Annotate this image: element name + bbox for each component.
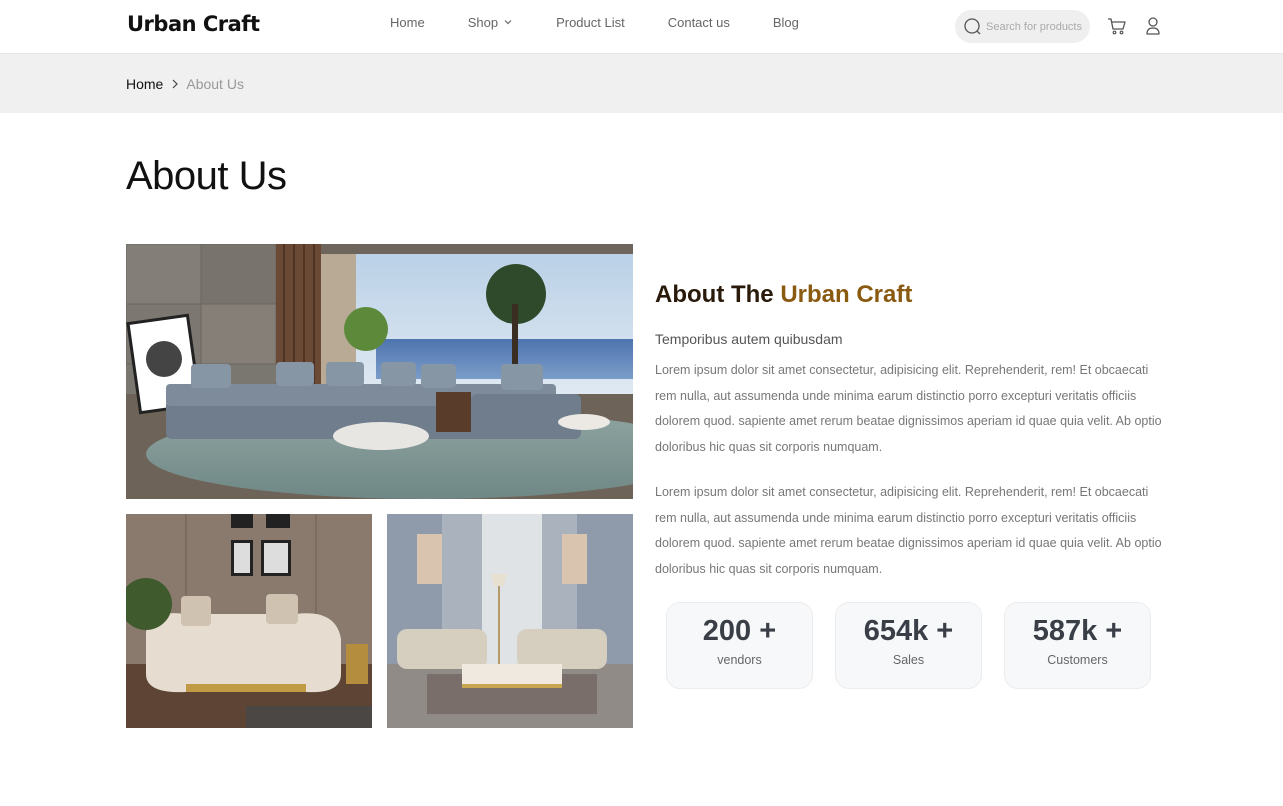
about-paragraph-2: Lorem ipsum dolor sit amet consectetur, … [655,485,1162,576]
stat-label: Customers [1047,653,1108,667]
nav-blog[interactable]: Blog [773,14,799,30]
site-logo[interactable]: Urban Craft [127,12,260,36]
nav-home[interactable]: Home [390,14,425,30]
breadcrumb-bar: Home About Us [0,54,1283,113]
stat-value: 654k + [863,615,954,647]
search-box [955,10,1091,43]
stat-card-customers: 587k + Customers [1004,602,1151,689]
breadcrumb-home-link[interactable]: Home [126,76,163,92]
about-paragraph-1: Lorem ipsum dolor sit amet consectetur, … [655,363,1162,454]
chevron-right-icon [172,79,179,89]
about-heading-brand: Urban Craft [780,281,913,308]
stat-label: Sales [892,653,925,667]
nav-shop[interactable]: Shop [468,14,513,30]
nav-shop-label: Shop [467,14,499,30]
about-subheading: Temporibus autem quibusdam [655,331,843,347]
about-heading-prefix: About The [655,281,774,308]
stat-value: 587k + [1032,615,1123,647]
user-icon[interactable] [1142,15,1164,37]
site-header: Urban Craft Home Shop Product List Conta… [0,0,1283,54]
nav-contact-us[interactable]: Contact us [668,14,730,30]
stat-card-sales: 654k + Sales [835,602,982,689]
about-heading: About The Urban Craft [655,281,912,309]
search-input[interactable] [986,20,1091,33]
chevron-down-icon [504,20,512,25]
nav-product-list[interactable]: Product List [556,14,625,30]
tufted-sofas-image [387,514,633,728]
cart-icon[interactable] [1106,15,1128,37]
breadcrumb: Home About Us [126,76,244,92]
main-nav: Home Shop Product List Contact us Blog [390,14,842,30]
stat-card-vendors: 200 + vendors [666,602,813,689]
page-title: About Us [126,154,287,198]
search-icon[interactable] [963,17,983,37]
breadcrumb-current: About Us [186,76,244,92]
living-room-sectional-image [126,244,633,499]
curved-sofa-image [126,514,372,728]
stat-value: 200 + [702,615,777,647]
stat-label: vendors [717,653,762,667]
